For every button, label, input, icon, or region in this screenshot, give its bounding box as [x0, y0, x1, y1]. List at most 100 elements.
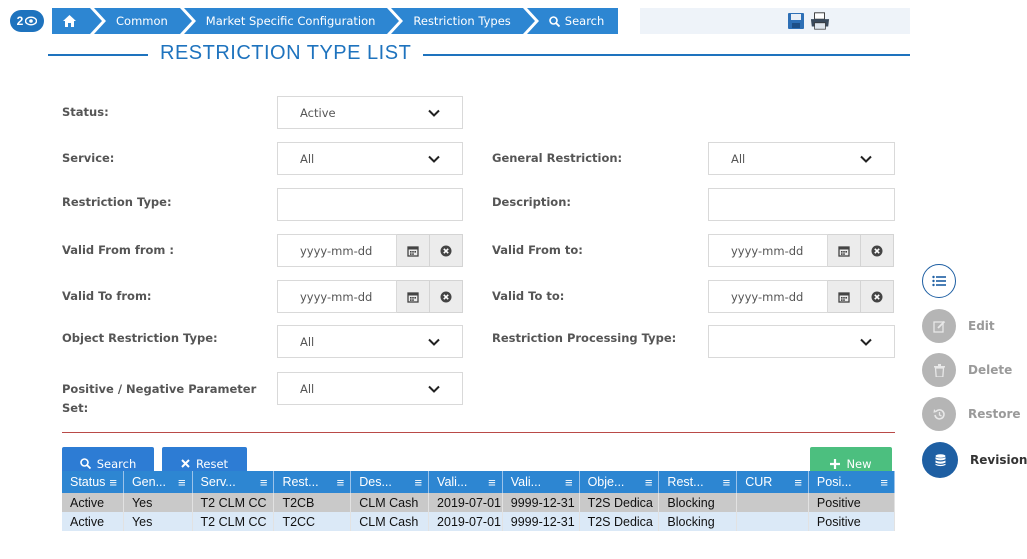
table-row[interactable]: Active Yes T2 CLM CC T2CC CLM Cash 2019-07-01…: [62, 512, 896, 531]
pos-neg-param-label-line2: Set:: [62, 401, 89, 415]
restore-icon: [933, 408, 945, 420]
restriction-type-label: Restriction Type:: [62, 195, 172, 209]
table-cell: T2 CLM CC: [192, 493, 275, 512]
column-menu-icon[interactable]: ≡: [565, 475, 573, 490]
column-menu-icon[interactable]: ≡: [178, 475, 186, 490]
column-header-label: Des...: [359, 474, 392, 489]
object-restriction-type-value: All: [300, 334, 315, 349]
search-icon: [548, 15, 560, 27]
column-header-label: Status: [70, 474, 106, 489]
general-restriction-select[interactable]: All: [708, 142, 895, 175]
form-divider: [62, 432, 895, 433]
column-header[interactable]: CUR ≡: [736, 471, 809, 493]
breadcrumb-item-market-config[interactable]: Market Specific Configuration: [183, 8, 399, 34]
column-header-label: Serv...: [200, 474, 236, 489]
service-select[interactable]: All: [277, 142, 463, 175]
window-count-badge[interactable]: 2: [10, 10, 44, 32]
calendar-button[interactable]: [397, 234, 430, 267]
clear-circle-icon: [871, 291, 883, 302]
edit-action[interactable]: Edit: [922, 309, 995, 343]
valid-from-to-input[interactable]: yyyy-mm-dd: [708, 234, 828, 267]
print-icon[interactable]: [810, 11, 830, 31]
save-icon[interactable]: [786, 11, 806, 31]
edit-icon: [932, 320, 945, 333]
column-menu-icon[interactable]: ≡: [794, 475, 802, 490]
clear-button[interactable]: [430, 234, 463, 267]
restore-button[interactable]: [922, 397, 956, 431]
table-cell: 2019-07-01: [428, 493, 503, 512]
calendar-icon: [407, 291, 419, 303]
column-header[interactable]: Des... ≡: [350, 471, 430, 493]
table-row[interactable]: Active Yes T2 CLM CC T2CB CLM Cash 2019-07-01…: [62, 493, 896, 512]
reset-button-label: Reset: [195, 456, 229, 471]
clear-button[interactable]: [861, 280, 894, 313]
table-cell: Positive: [808, 512, 896, 531]
chevron-down-icon: [428, 385, 440, 393]
table-cell: T2CB: [273, 493, 352, 512]
column-menu-icon[interactable]: ≡: [109, 475, 117, 490]
delete-action[interactable]: Delete: [922, 353, 1012, 387]
column-header[interactable]: Obje... ≡: [579, 471, 660, 493]
column-header[interactable]: Posi... ≡: [808, 471, 896, 493]
column-header[interactable]: Vali... ≡: [428, 471, 503, 493]
home-icon: [62, 15, 76, 27]
column-header[interactable]: Rest... ≡: [273, 471, 352, 493]
description-input[interactable]: [708, 188, 895, 221]
revisions-action[interactable]: Revisions: [922, 442, 1027, 478]
valid-from-from-datepicker: yyyy-mm-dd: [277, 234, 463, 267]
column-header[interactable]: Rest... ≡: [658, 471, 738, 493]
clear-button[interactable]: [861, 234, 894, 267]
list-view-button[interactable]: [922, 264, 956, 298]
calendar-button[interactable]: [397, 280, 430, 313]
pos-neg-param-select[interactable]: All: [277, 372, 463, 405]
breadcrumb-item-restriction-types[interactable]: Restriction Types: [391, 8, 536, 34]
column-header-label: Vali...: [510, 474, 542, 489]
revisions-button[interactable]: [922, 442, 958, 478]
column-menu-icon[interactable]: ≡: [645, 475, 653, 490]
valid-to-to-input[interactable]: yyyy-mm-dd: [708, 280, 828, 313]
restriction-type-input[interactable]: [277, 188, 463, 221]
table-cell: Blocking: [658, 512, 738, 531]
object-restriction-type-select[interactable]: All: [277, 325, 463, 358]
breadcrumb-item-common[interactable]: Common: [94, 8, 192, 34]
column-header[interactable]: Serv... ≡: [192, 471, 275, 493]
object-restriction-type-label: Object Restriction Type:: [62, 331, 218, 345]
column-header-label: Rest...: [667, 474, 704, 489]
calendar-icon: [407, 245, 419, 257]
column-header[interactable]: Status ≡: [62, 471, 124, 493]
service-value: All: [300, 151, 315, 166]
breadcrumb-item-search[interactable]: Search: [526, 8, 619, 34]
column-header-label: Gen...: [131, 474, 166, 489]
column-menu-icon[interactable]: ≡: [723, 475, 731, 490]
calendar-button[interactable]: [828, 280, 861, 313]
restore-action[interactable]: Restore: [922, 397, 1021, 431]
column-header[interactable]: Gen... ≡: [123, 471, 193, 493]
breadcrumb-home[interactable]: [52, 8, 102, 34]
status-value: Active: [300, 105, 336, 120]
delete-button[interactable]: [922, 353, 956, 387]
clear-circle-icon: [440, 245, 452, 256]
list-view-action[interactable]: [922, 264, 956, 298]
chevron-down-icon: [428, 338, 440, 346]
column-menu-icon[interactable]: ≡: [337, 475, 345, 490]
column-menu-icon[interactable]: ≡: [414, 475, 422, 490]
close-icon: [181, 459, 190, 468]
column-menu-icon[interactable]: ≡: [260, 475, 268, 490]
column-header[interactable]: Vali... ≡: [502, 471, 580, 493]
clear-button[interactable]: [430, 280, 463, 313]
status-select[interactable]: Active: [277, 96, 463, 129]
table-cell: Yes: [123, 493, 193, 512]
calendar-button[interactable]: [828, 234, 861, 267]
clear-circle-icon: [871, 245, 883, 256]
valid-from-from-input[interactable]: yyyy-mm-dd: [277, 234, 397, 267]
column-menu-icon[interactable]: ≡: [488, 475, 496, 490]
results-table: Status ≡ Gen... ≡ Serv... ≡ Rest... ≡ Des... ≡ Val…: [62, 471, 896, 531]
valid-to-from-datepicker: yyyy-mm-dd: [277, 280, 463, 313]
valid-to-from-input[interactable]: yyyy-mm-dd: [277, 280, 397, 313]
column-menu-icon[interactable]: ≡: [880, 475, 888, 490]
restriction-processing-type-select[interactable]: [708, 325, 895, 358]
chevron-down-icon: [428, 155, 440, 163]
table-cell: 9999-12-31: [502, 512, 580, 531]
general-restriction-label: General Restriction:: [492, 151, 623, 165]
edit-button[interactable]: [922, 309, 956, 343]
